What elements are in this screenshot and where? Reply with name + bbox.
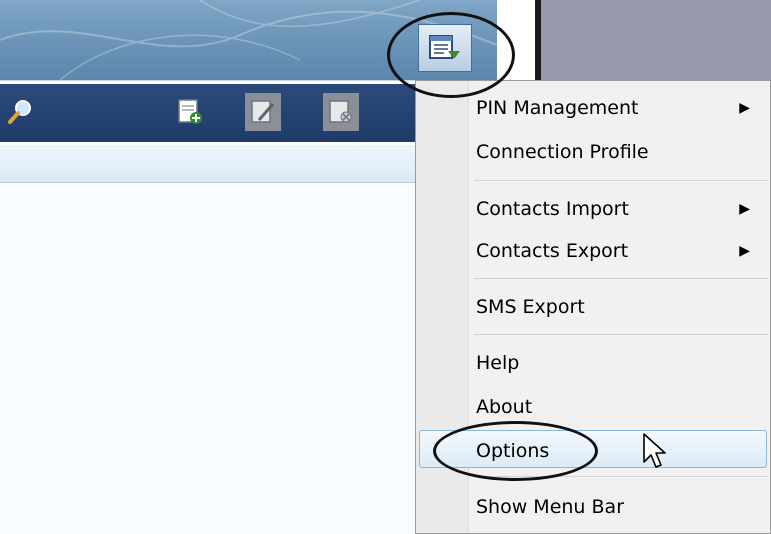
submenu-arrow-icon: ▶ bbox=[739, 201, 750, 217]
edit-contact-button[interactable] bbox=[245, 93, 281, 131]
dropdown-menu: PIN Management ▶ Connection Profile Cont… bbox=[415, 80, 771, 534]
menu-separator bbox=[474, 278, 768, 279]
search-button[interactable] bbox=[2, 93, 38, 131]
menu-item-help[interactable]: Help bbox=[476, 346, 766, 380]
search-icon bbox=[8, 100, 31, 124]
menu-item-connection-profile[interactable]: Connection Profile bbox=[476, 135, 766, 169]
menu-item-label: Connection Profile bbox=[476, 141, 649, 163]
menu-item-label: Contacts Import bbox=[476, 198, 629, 220]
menu-item-label: PIN Management bbox=[476, 97, 639, 119]
menu-item-contacts-export[interactable]: Contacts Export ▶ bbox=[476, 234, 766, 268]
menu-item-label: Show Menu Bar bbox=[476, 496, 625, 518]
background-area bbox=[541, 0, 771, 80]
edit-contact-icon bbox=[251, 100, 275, 123]
menu-item-about[interactable]: About bbox=[476, 390, 766, 424]
menu-toggle-button[interactable] bbox=[418, 24, 472, 72]
delete-contact-icon bbox=[329, 100, 352, 123]
add-contact-button[interactable] bbox=[172, 93, 208, 131]
submenu-arrow-icon: ▶ bbox=[739, 100, 750, 116]
menu-item-show-menu-bar[interactable]: Show Menu Bar bbox=[476, 490, 766, 524]
menu-item-pin-management[interactable]: PIN Management ▶ bbox=[476, 91, 766, 125]
menu-item-label: SMS Export bbox=[476, 296, 585, 318]
window-header bbox=[0, 0, 497, 81]
submenu-arrow-icon: ▶ bbox=[739, 243, 750, 259]
menu-separator bbox=[474, 476, 768, 477]
menu-item-label: Help bbox=[476, 352, 520, 374]
mouse-cursor-icon bbox=[643, 433, 666, 468]
menu-dropdown-icon bbox=[429, 35, 460, 59]
menu-separator bbox=[474, 334, 768, 335]
menu-item-label: Contacts Export bbox=[476, 240, 629, 262]
menu-item-label: About bbox=[476, 396, 533, 418]
add-contact-icon bbox=[178, 99, 202, 124]
menu-item-sms-export[interactable]: SMS Export bbox=[476, 290, 766, 324]
delete-contact-button[interactable] bbox=[323, 93, 359, 131]
menu-item-contacts-import[interactable]: Contacts Import ▶ bbox=[476, 192, 766, 226]
menu-separator bbox=[474, 180, 768, 181]
menu-item-label: Options bbox=[476, 440, 550, 462]
menu-item-options[interactable]: Options bbox=[476, 434, 766, 468]
